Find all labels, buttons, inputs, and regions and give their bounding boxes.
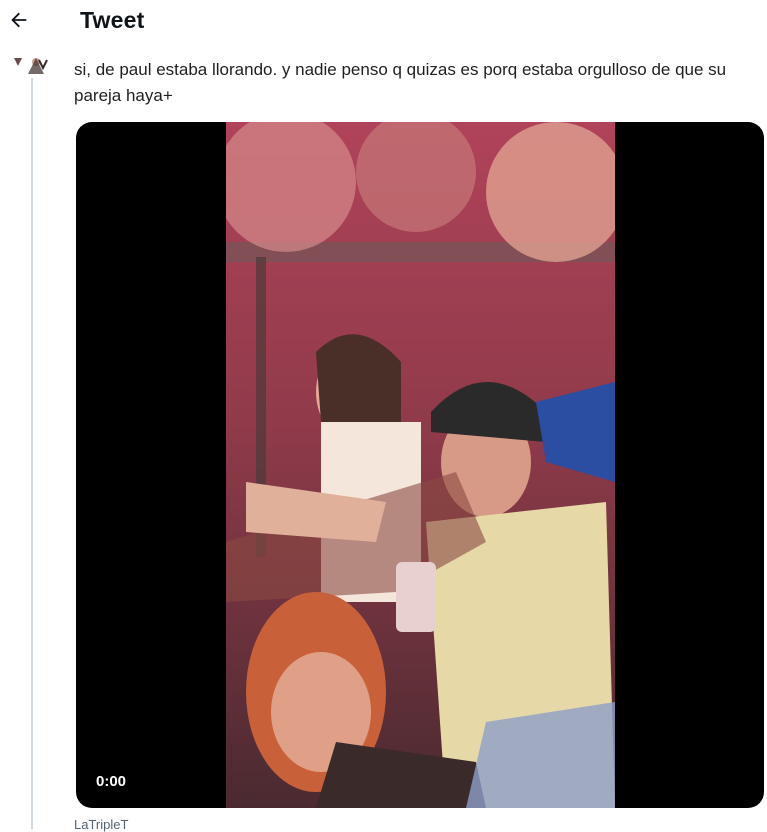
video-player[interactable]: 0:00 <box>76 122 764 808</box>
top-header: Tweet <box>0 0 767 46</box>
page-title: Tweet <box>80 7 145 33</box>
arrow-left-icon <box>11 12 27 28</box>
tweet-text: si, de paul estaba llorando. y nadie pen… <box>74 60 727 105</box>
back-button[interactable] <box>8 6 34 36</box>
thread-line <box>31 78 33 829</box>
video-frame[interactable] <box>226 122 615 808</box>
avatar[interactable] <box>6 52 56 76</box>
video-timestamp: 0:00 <box>96 773 127 790</box>
next-tweet-preview: LaTripleT <box>74 817 129 832</box>
